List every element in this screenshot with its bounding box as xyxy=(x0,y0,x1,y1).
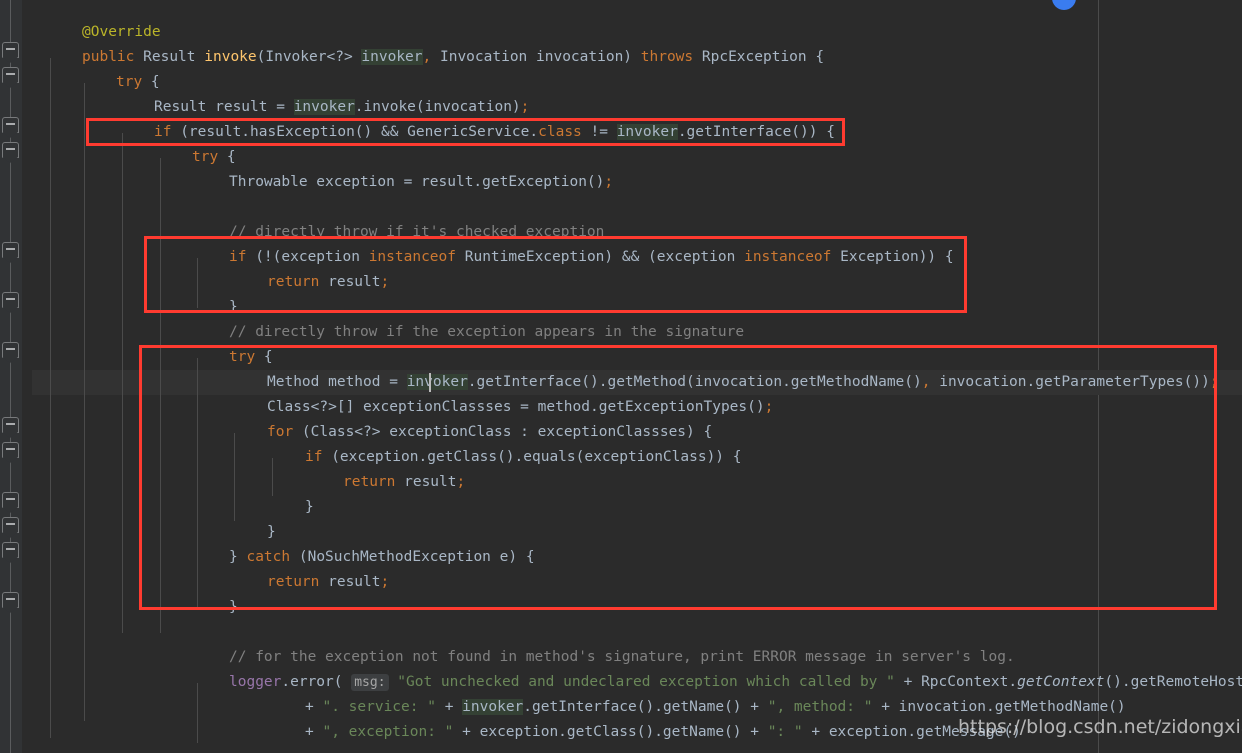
fold-marker-shape xyxy=(2,417,19,433)
indent-guide xyxy=(234,433,235,521)
fold-marker[interactable] xyxy=(2,117,19,133)
code-line: Method method = invoker.getInterface().g… xyxy=(267,370,1219,395)
code-line: Throwable exception = result.getExceptio… xyxy=(229,170,613,195)
code-line: return result; xyxy=(267,270,389,295)
fold-marker-shape xyxy=(2,492,19,508)
fold-collapse-icon xyxy=(6,348,15,350)
fold-marker[interactable] xyxy=(2,442,19,458)
highlighted-identifier: invoker xyxy=(407,374,468,390)
code-line: for (Class<?> exceptionClass : exception… xyxy=(267,420,712,445)
fold-marker-shape xyxy=(2,42,19,58)
code-line: } xyxy=(305,495,314,520)
fold-marker[interactable] xyxy=(2,242,19,258)
fold-marker[interactable] xyxy=(2,492,19,508)
code-line: } catch (NoSuchMethodException e) { xyxy=(229,545,535,570)
indent-guide xyxy=(197,258,198,308)
code-line: + ", exception: " + exception.getClass()… xyxy=(305,720,1021,745)
fold-marker[interactable] xyxy=(2,417,19,433)
fold-collapse-icon xyxy=(6,598,15,600)
fold-marker[interactable] xyxy=(2,67,19,83)
code-line: } xyxy=(229,595,238,620)
text-caret xyxy=(429,373,431,392)
code-line: public Result invoke(Invoker<?> invoker,… xyxy=(82,45,824,70)
fold-marker[interactable] xyxy=(2,592,19,608)
fold-marker-shape xyxy=(2,67,19,83)
fold-collapse-icon xyxy=(6,48,15,50)
code-comment-line: // directly throw if the exception appea… xyxy=(229,320,744,345)
fold-collapse-icon xyxy=(6,423,15,425)
code-line: try { xyxy=(229,345,273,370)
fold-marker-shape xyxy=(2,592,19,608)
highlighted-identifier: invoker xyxy=(361,49,422,65)
fold-collapse-icon xyxy=(6,448,15,450)
code-comment-line: // directly throw if it's checked except… xyxy=(229,220,604,245)
fold-marker-shape xyxy=(2,242,19,258)
fold-collapse-icon xyxy=(6,248,15,250)
code-line: logger.error( msg: "Got unchecked and un… xyxy=(229,670,1242,695)
fold-marker[interactable] xyxy=(2,542,19,558)
fold-collapse-icon xyxy=(6,498,15,500)
fold-collapse-icon xyxy=(6,73,15,75)
code-line: return result; xyxy=(267,570,389,595)
fold-marker-shape xyxy=(2,117,19,133)
code-line: } xyxy=(267,520,276,545)
fold-marker-shape xyxy=(2,292,19,308)
indent-guide xyxy=(160,158,161,633)
code-comment-line: // for the exception not found in method… xyxy=(229,645,1015,670)
code-editor[interactable]: @Override public Result invoke(Invoker<?… xyxy=(0,0,1242,753)
indent-guide xyxy=(272,458,273,496)
fold-marker[interactable] xyxy=(2,342,19,358)
fold-marker-shape xyxy=(2,342,19,358)
code-line: } xyxy=(229,295,238,320)
code-line: if (result.hasException() && GenericServ… xyxy=(154,120,835,145)
highlighted-identifier: invoker xyxy=(294,99,355,115)
indent-guide xyxy=(197,358,198,608)
indent-guide xyxy=(50,58,51,738)
parameter-name-hint: msg: xyxy=(351,674,388,691)
indent-guide xyxy=(84,83,85,721)
fold-rail xyxy=(10,0,11,753)
code-line: Class<?>[] exceptionClassses = method.ge… xyxy=(267,395,773,420)
fold-marker[interactable] xyxy=(2,42,19,58)
code-canvas[interactable]: @Override public Result invoke(Invoker<?… xyxy=(32,0,1242,753)
code-line: if (exception.getClass().equals(exceptio… xyxy=(305,445,742,470)
code-line: @Override xyxy=(82,20,161,45)
indent-guide xyxy=(122,133,123,633)
editor-gutter[interactable] xyxy=(0,0,22,753)
code-line: Result result = invoker.invoke(invocatio… xyxy=(154,95,529,120)
highlighted-identifier: invoker xyxy=(617,124,678,140)
fold-collapse-icon xyxy=(6,523,15,525)
indent-guide xyxy=(197,683,198,743)
fold-marker-shape xyxy=(2,517,19,533)
code-line: if (!(exception instanceof RuntimeExcept… xyxy=(229,245,954,270)
fold-marker-shape xyxy=(2,442,19,458)
code-line: try { xyxy=(192,145,236,170)
code-line: try { xyxy=(116,70,160,95)
fold-marker[interactable] xyxy=(2,517,19,533)
fold-collapse-icon xyxy=(6,123,15,125)
fold-marker[interactable] xyxy=(2,292,19,308)
annotation-token: @Override xyxy=(82,24,161,40)
fold-collapse-icon xyxy=(6,298,15,300)
fold-collapse-icon xyxy=(6,548,15,550)
watermark-text: https://blog.csdn.net/zidongxiangxi xyxy=(958,716,1242,738)
fold-collapse-icon xyxy=(6,148,15,150)
highlighted-identifier: invoker xyxy=(462,699,523,715)
fold-marker-shape xyxy=(2,542,19,558)
fold-marker-shape xyxy=(2,142,19,158)
code-line: return result; xyxy=(343,470,465,495)
annotation-strip[interactable] xyxy=(22,0,32,753)
fold-marker[interactable] xyxy=(2,142,19,158)
